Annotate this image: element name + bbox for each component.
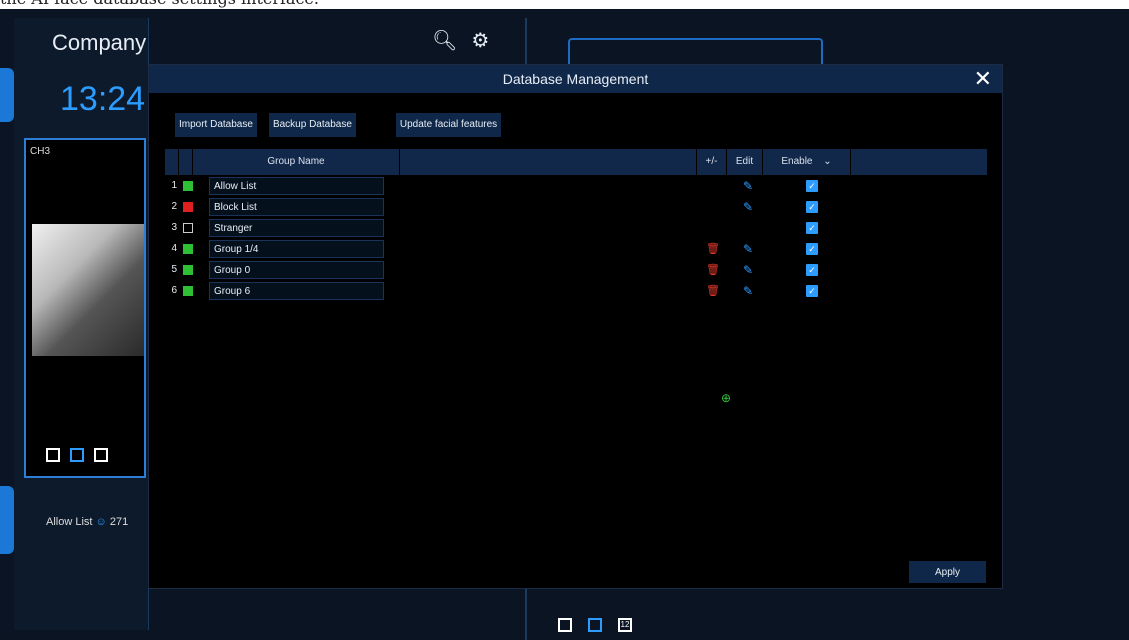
company-name: Company bbox=[52, 30, 147, 55]
caption-text: the AI face database settings interface. bbox=[0, 0, 1129, 9]
table-row: 1 Allow List ✎ ✓ bbox=[165, 175, 987, 196]
table-row: 3 Stranger ✓ bbox=[165, 217, 987, 238]
edit-icon[interactable]: ✎ bbox=[743, 242, 753, 256]
modal-title: Database Management bbox=[502, 71, 649, 87]
table-header: Group Name +/- Edit Enable ⌄ bbox=[165, 149, 987, 175]
single-layout-icon[interactable] bbox=[558, 618, 572, 632]
group-name-field[interactable]: Group 6 bbox=[209, 281, 384, 300]
twelve-layout-icon[interactable]: 12 bbox=[618, 618, 632, 632]
quad-view-icon[interactable] bbox=[94, 448, 108, 462]
grid-layout-icon[interactable] bbox=[588, 618, 602, 632]
header-enable[interactable]: Enable ⌄ bbox=[763, 149, 851, 175]
toolbar: Import Database Backup Database Update f… bbox=[175, 113, 513, 137]
allow-list-count: 271 bbox=[109, 516, 129, 528]
edit-icon[interactable]: ✎ bbox=[743, 284, 753, 298]
close-icon[interactable]: ✕ bbox=[974, 67, 992, 91]
table-row: 6 Group 6 🗑︎ ✎ ✓ bbox=[165, 280, 987, 301]
header-edit: Edit bbox=[727, 149, 763, 175]
layout-icons bbox=[46, 448, 108, 462]
header-plus-minus: +/- bbox=[697, 149, 727, 175]
side-accent-lower bbox=[0, 486, 14, 554]
enable-checkbox[interactable]: ✓ bbox=[806, 242, 818, 255]
group-name-field[interactable]: Group 0 bbox=[209, 260, 384, 279]
allow-list-summary: Allow List ☺ 271 bbox=[46, 516, 128, 528]
camera-feed bbox=[32, 224, 144, 356]
row-number: 6 bbox=[171, 285, 177, 296]
enable-checkbox[interactable]: ✓ bbox=[806, 284, 818, 297]
enable-checkbox[interactable]: ✓ bbox=[806, 221, 818, 234]
bottom-bar: 12 bbox=[558, 618, 632, 632]
group-color-swatch[interactable] bbox=[183, 222, 193, 233]
table-row: 4 Group 1/4 🗑︎ ✎ ✓ bbox=[165, 238, 987, 259]
row-number: 4 bbox=[171, 243, 177, 254]
table-row: 2 Block List ✎ ✓ bbox=[165, 196, 987, 217]
single-view-icon[interactable] bbox=[46, 448, 60, 462]
row-number: 2 bbox=[171, 201, 177, 212]
gear-icon[interactable]: ⚙ bbox=[471, 28, 489, 53]
apply-button[interactable]: Apply bbox=[909, 561, 986, 583]
trash-icon[interactable]: 🗑︎ bbox=[706, 242, 720, 255]
group-table: Group Name +/- Edit Enable ⌄ 1 Allow List… bbox=[165, 149, 987, 405]
allow-list-label: Allow List bbox=[46, 516, 93, 528]
trash-icon[interactable]: 🗑︎ bbox=[706, 263, 720, 276]
row-number: 3 bbox=[171, 222, 177, 233]
backup-database-button[interactable]: Backup Database bbox=[268, 113, 356, 137]
row-number: 5 bbox=[171, 264, 177, 275]
group-name-field[interactable]: Group 1/4 bbox=[209, 239, 384, 258]
edit-icon[interactable]: ✎ bbox=[743, 263, 753, 277]
enable-checkbox[interactable]: ✓ bbox=[806, 263, 818, 276]
chevron-down-icon[interactable]: ⌄ bbox=[823, 156, 831, 167]
channel-panel: CH3 bbox=[24, 138, 146, 478]
channel-label: CH3 bbox=[30, 146, 51, 157]
update-facial-features-button[interactable]: Update facial features bbox=[395, 113, 502, 137]
group-color-swatch[interactable] bbox=[183, 201, 193, 212]
enable-checkbox[interactable]: ✓ bbox=[806, 179, 818, 192]
table-row: 5 Group 0 🗑︎ ✎ ✓ bbox=[165, 259, 987, 280]
edit-icon[interactable]: ✎ bbox=[743, 200, 753, 214]
clock: 13:24 bbox=[60, 80, 146, 118]
group-color-swatch[interactable] bbox=[183, 285, 193, 296]
group-name-field[interactable]: Allow List bbox=[209, 176, 384, 195]
trash-icon[interactable]: 🗑︎ bbox=[706, 284, 720, 297]
group-name-field[interactable]: Block List bbox=[209, 197, 384, 216]
table-body: 1 Allow List ✎ ✓ 2 Block List ✎ ✓ 3 Stranger ✓ 4 Gro… bbox=[165, 175, 987, 301]
enable-checkbox[interactable]: ✓ bbox=[806, 200, 818, 213]
top-icons: 🔍︎ ⚙ bbox=[432, 28, 489, 53]
add-group-icon[interactable]: ⊕ bbox=[721, 391, 731, 405]
group-name-field[interactable]: Stranger bbox=[209, 218, 384, 237]
side-accent bbox=[0, 68, 14, 122]
split-view-icon[interactable] bbox=[70, 448, 84, 462]
search-icon[interactable]: 🔍︎ bbox=[432, 28, 457, 53]
users-icon: ☺ bbox=[95, 516, 107, 528]
import-database-button[interactable]: Import Database bbox=[175, 113, 257, 137]
modal-header: Database Management bbox=[149, 65, 1002, 93]
group-color-swatch[interactable] bbox=[183, 264, 193, 275]
group-color-swatch[interactable] bbox=[183, 180, 193, 191]
group-color-swatch[interactable] bbox=[183, 243, 193, 254]
header-group-name: Group Name bbox=[193, 149, 400, 175]
row-number: 1 bbox=[171, 180, 177, 191]
database-management-modal: Database Management ✕ Import Database Ba… bbox=[148, 64, 1003, 589]
edit-icon[interactable]: ✎ bbox=[743, 179, 753, 193]
